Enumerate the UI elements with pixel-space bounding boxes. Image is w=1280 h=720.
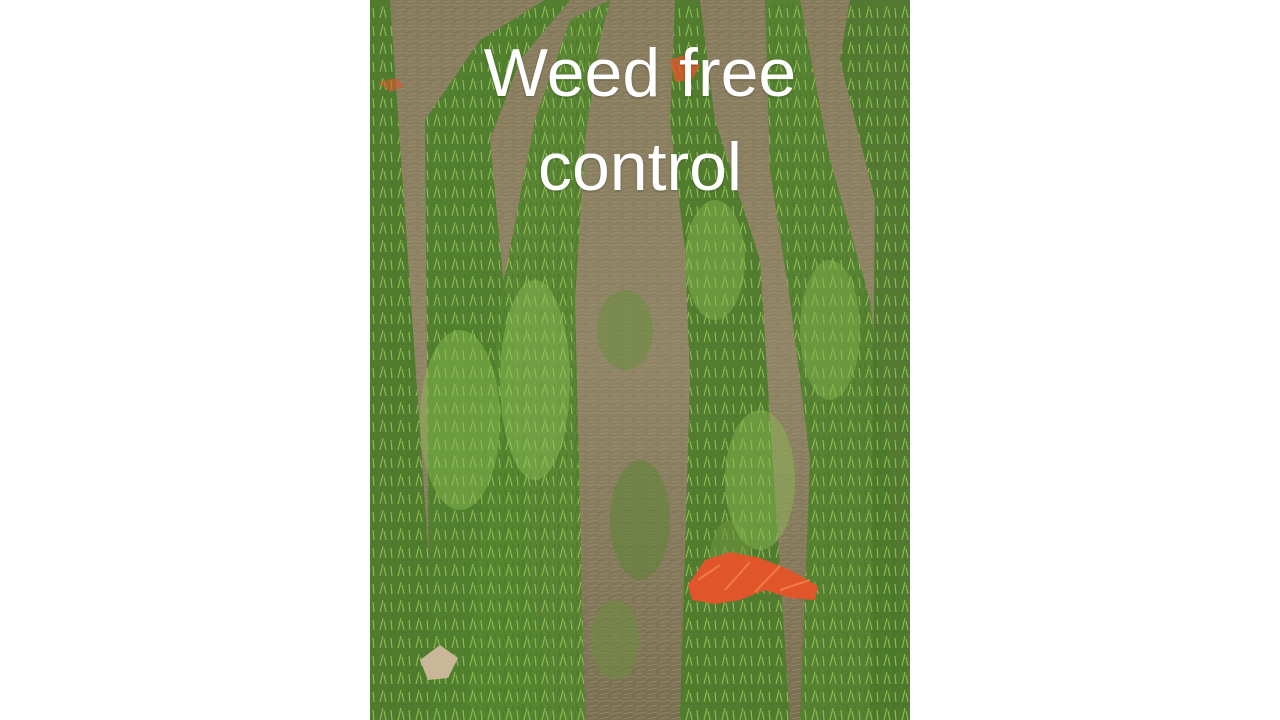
slide-title-line-2: control [537, 129, 743, 205]
slide: Weed free control [0, 0, 1280, 720]
slide-title: Weed free control [370, 26, 910, 214]
slide-title-line-1: Weed free [483, 35, 797, 111]
